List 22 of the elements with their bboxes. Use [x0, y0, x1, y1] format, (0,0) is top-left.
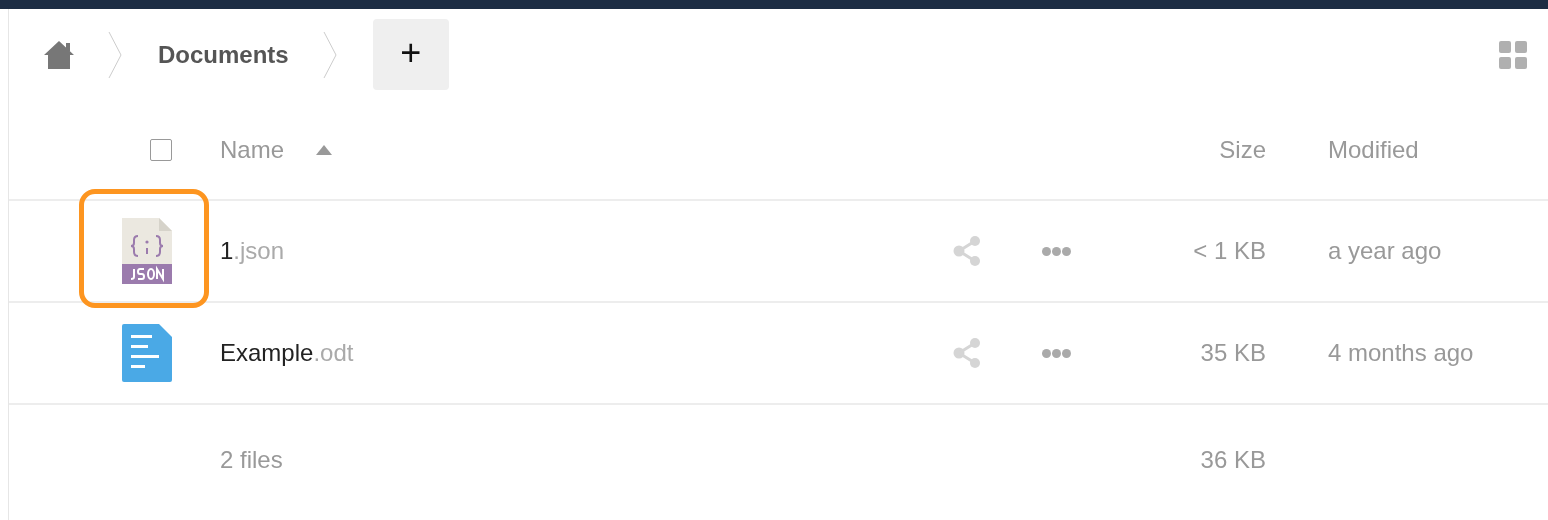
file-size: 35 KB	[1200, 339, 1266, 367]
file-name[interactable]: Example.odt	[220, 339, 937, 367]
grid-view-icon[interactable]	[1499, 41, 1528, 70]
share-icon[interactable]	[953, 236, 981, 266]
file-name[interactable]: 1.json	[220, 237, 937, 265]
home-icon[interactable]	[44, 40, 74, 69]
modified-date: 4 months ago	[1328, 339, 1475, 367]
breadcrumb-separator-icon	[108, 31, 122, 78]
select-all-checkbox[interactable]	[150, 138, 172, 161]
modified-date: a year ago	[1328, 237, 1443, 265]
file-count: 2 files	[220, 446, 284, 474]
total-size: 36 KB	[1200, 446, 1266, 474]
json-file-icon	[122, 218, 172, 284]
new-button[interactable]: +	[372, 19, 449, 90]
sort-arrow-icon[interactable]	[316, 144, 333, 155]
more-icon[interactable]	[1042, 246, 1071, 256]
share-icon[interactable]	[953, 338, 981, 368]
file-size: < 1 KB	[1193, 237, 1266, 265]
breadcrumb-separator-icon	[322, 31, 337, 78]
breadcrumb-item[interactable]: Documents	[158, 40, 289, 69]
document-icon	[122, 324, 172, 382]
more-icon[interactable]	[1042, 348, 1071, 358]
